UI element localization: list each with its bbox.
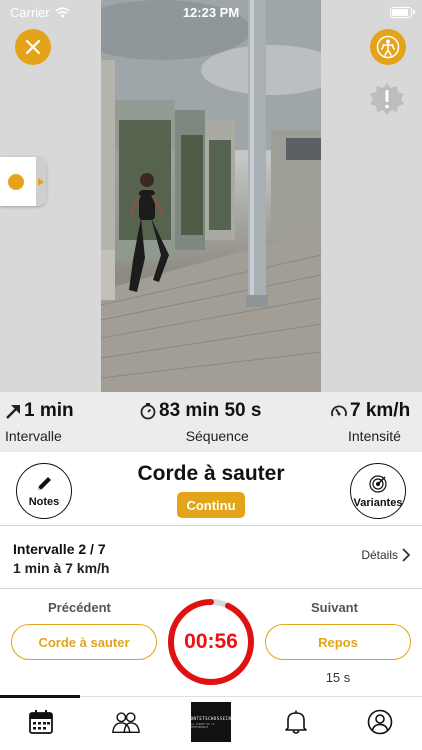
variants-button[interactable]: Variantes xyxy=(350,463,406,519)
timer-value: 00:56 xyxy=(184,630,238,653)
details-link[interactable]: Détails xyxy=(361,548,410,562)
countdown-timer[interactable]: 00:56 xyxy=(167,598,255,686)
side-drawer-dot xyxy=(8,173,24,190)
stat-intensity-value: 7 km/h xyxy=(350,400,411,421)
calendar-icon xyxy=(29,710,53,734)
previous-exercise-button[interactable]: Corde à sauter xyxy=(11,624,157,660)
app-logo-subtext: LA COURSE DE LA PERFORMANCE xyxy=(191,722,215,729)
bell-icon xyxy=(285,710,307,734)
exercise-video[interactable] xyxy=(101,0,321,392)
interval-subtitle: 1 min à 7 km/h xyxy=(13,560,110,576)
stat-intensity-label: Intensité xyxy=(348,428,401,444)
body-icon xyxy=(376,35,400,59)
stat-interval: 1 min Intervalle xyxy=(5,400,74,444)
next-label: Suivant xyxy=(311,600,358,615)
previous-label: Précédent xyxy=(48,600,111,615)
interval-title: Intervalle 2 / 7 xyxy=(13,541,106,557)
side-drawer-tab[interactable] xyxy=(0,157,46,206)
next-exercise-button[interactable]: Repos xyxy=(265,624,411,660)
stopwatch-icon xyxy=(140,403,156,420)
gauge-icon xyxy=(331,405,347,417)
side-drawer-handle xyxy=(36,157,46,206)
details-label: Détails xyxy=(361,548,398,562)
chevron-right-icon xyxy=(402,548,410,562)
tab-notifications[interactable] xyxy=(281,707,311,737)
stat-sequence: 83 min 50 s Séquence xyxy=(139,400,261,444)
profile-icon xyxy=(367,709,393,735)
stat-intensity: 7 km/h Intensité xyxy=(330,400,410,444)
tab-calendar[interactable] xyxy=(26,707,56,737)
stat-interval-label: Intervalle xyxy=(5,428,62,444)
exercise-navigation: Précédent Corde à sauter 00:56 Suivant R… xyxy=(0,590,422,696)
interval-row[interactable]: Intervalle 2 / 7 1 min à 7 km/h Détails xyxy=(0,527,422,589)
group-icon xyxy=(112,712,140,734)
alert-badge-shape xyxy=(370,83,404,115)
tab-bar: MONTETSCHOSSEING LA COURSE DE LA PERFORM… xyxy=(0,695,422,750)
carrier-label: Carrier xyxy=(10,4,50,20)
close-icon xyxy=(25,39,41,55)
wifi-icon xyxy=(55,6,70,17)
variants-icon xyxy=(369,474,387,493)
video-scene xyxy=(101,0,321,392)
tab-app-logo[interactable]: MONTETSCHOSSEING LA COURSE DE LA PERFORM… xyxy=(188,702,234,742)
alert-badge-icon[interactable] xyxy=(369,81,405,117)
muscle-map-button[interactable] xyxy=(370,29,406,65)
stat-sequence-label: Séquence xyxy=(185,428,249,444)
status-right xyxy=(262,6,415,18)
arrow-up-right-icon xyxy=(6,404,20,419)
status-bar: Carrier 12:23 PM xyxy=(0,0,422,24)
video-area xyxy=(0,0,422,392)
next-duration: 15 s xyxy=(325,670,351,685)
tab-indicator xyxy=(0,695,80,698)
close-button[interactable] xyxy=(15,29,51,65)
tab-profile[interactable] xyxy=(365,707,395,737)
notes-button-label: Notes xyxy=(28,495,60,508)
status-time: 12:23 PM xyxy=(182,4,240,20)
tab-group[interactable] xyxy=(111,707,141,737)
exercise-mode-badge: Continu xyxy=(177,492,245,518)
stat-interval-value: 1 min xyxy=(24,400,74,421)
variants-button-label: Variantes xyxy=(353,496,403,509)
battery-icon xyxy=(390,6,415,18)
stat-sequence-value: 83 min 50 s xyxy=(159,400,262,421)
status-left: Carrier xyxy=(10,5,160,20)
stats-bar: 1 min Intervalle 83 min 50 s Séquence 7 … xyxy=(0,392,422,452)
caret-right-icon xyxy=(38,177,44,186)
app-logo-text: MONTETSCHOSSEING xyxy=(187,715,235,721)
